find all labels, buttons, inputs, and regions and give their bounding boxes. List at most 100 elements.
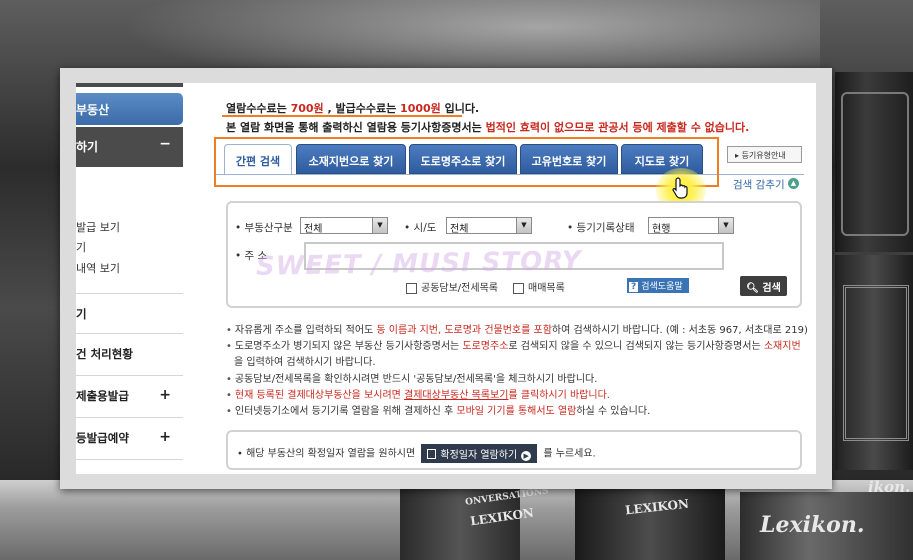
- search-help-button[interactable]: ? 검색도움말: [627, 278, 689, 293]
- screenshot-frame: 부동산 하기 − 발급 보기 기 내역 보기 기 건 처리현황 제출용발급 + …: [60, 68, 832, 489]
- chevron-up-icon[interactable]: ▲: [788, 178, 799, 189]
- note-text: 인터넷등기소에서 등기기록 열람을 위해 결제하신 후: [234, 406, 457, 418]
- search-button-label: 검색: [762, 283, 781, 294]
- sidebar-link[interactable]: [76, 459, 183, 474]
- confirm-date-view-label: 확정일자 열람하기: [440, 450, 518, 461]
- confirm-date-text: • 해당 부동산의 확정일자 열람을 원하시면 확정일자 열람하기 ▶ 를 누르세…: [237, 444, 596, 463]
- note-text: 로 검색되지 않을 수 있으니 검색되지 않는 등기사항증명서는: [508, 341, 764, 353]
- annotation-underline: [222, 115, 462, 117]
- property-type-label-text: 부동산구분: [244, 222, 293, 234]
- arrow-right-circle-icon: ▶: [521, 451, 532, 461]
- sidebar: 부동산 하기 − 발급 보기 기 내역 보기 기 건 처리현황 제출용발급 + …: [76, 83, 183, 474]
- note-highlight: 현재 등록된 결제대상부동산을 보시려면: [234, 389, 405, 401]
- confirm-date-view-button[interactable]: 확정일자 열람하기 ▶: [421, 444, 538, 463]
- sidebar-link[interactable]: 건 처리현황: [76, 333, 183, 373]
- note-text: 하실 수 있습니다.: [576, 406, 651, 418]
- note-item: • 현재 등록된 결제대상부동산을 보시려면 결제대상부동산 목록보기를 클릭하시…: [226, 389, 610, 401]
- sidebar-subitem[interactable]: 발급 보기: [76, 219, 120, 235]
- magnifier-icon: 🔍︎: [746, 283, 759, 294]
- property-type-select[interactable]: 전체 ▼: [300, 217, 388, 235]
- sidebar-menu-view[interactable]: 하기 −: [76, 127, 183, 167]
- fee-notice: 열람수수료는 700원 , 발급수수료는 1000원 입니다.: [226, 100, 479, 116]
- checkbox-icon[interactable]: [406, 282, 417, 294]
- sidebar-subitem[interactable]: 내역 보기: [76, 260, 120, 276]
- sidebar-top-line: [76, 83, 183, 87]
- note-item: • 도로명주소가 병기되지 않은 부동산 등기사항증명서는 도로명주소로 검색되지…: [226, 341, 801, 353]
- registry-type-guide-button[interactable]: ▸ 등기유형안내: [727, 146, 802, 163]
- note-item: • 인터넷등기소에서 등기기록 열람을 위해 결제하신 후 모바일 기기를 통해서…: [226, 406, 651, 418]
- web-page: 부동산 하기 − 발급 보기 기 내역 보기 기 건 처리현황 제출용발급 + …: [76, 83, 816, 474]
- view-fee: 700원: [290, 102, 324, 115]
- note-text: 자유롭게 주소를 입력하되 적어도: [234, 325, 377, 336]
- notice-text: 입니다.: [440, 102, 480, 115]
- expand-plus-icon[interactable]: +: [159, 387, 171, 403]
- sidebar-tab-real-estate[interactable]: 부동산: [76, 93, 183, 125]
- note-highlight: 소재지번: [763, 341, 801, 353]
- note-item: • 공동담보/전세목록을 확인하시려면 반드시 '공동담보/전세목록'을 체크하시…: [226, 373, 598, 385]
- background-book: [835, 72, 913, 252]
- note-text: 을 입력하여 검색하시기 바랍니다.: [234, 357, 376, 369]
- usage-notes: • 자유롭게 주소를 입력하되 적어도 동 이름과 지번, 도로명과 건물번호를 …: [226, 323, 808, 420]
- sidebar-link[interactable]: 기: [76, 293, 183, 333]
- hand-cursor-icon: [672, 177, 688, 199]
- registry-type-guide-label: 등기유형안내: [741, 151, 786, 160]
- search-button[interactable]: 🔍︎ 검색: [740, 276, 787, 296]
- record-status-label: • 등기기록상태: [567, 222, 635, 234]
- notice-text: , 발급수수료는: [323, 102, 401, 115]
- sidebar-link-label: 등발급예약: [76, 431, 129, 445]
- background-book-title: ikon.: [868, 478, 911, 496]
- document-icon: [427, 449, 437, 459]
- record-status-value: 현행: [652, 224, 671, 235]
- dropdown-arrow-icon: ▼: [372, 218, 387, 233]
- confirm-date-box: • 해당 부동산의 확정일자 열람을 원하시면 확정일자 열람하기 ▶ 를 누르세…: [226, 430, 802, 470]
- background-book-title: Lexikon.: [760, 512, 865, 538]
- sidebar-link[interactable]: 등발급예약 +: [76, 417, 183, 457]
- region-select[interactable]: 전체 ▼: [446, 217, 532, 235]
- background-book: [575, 485, 725, 560]
- issue-fee: 1000원: [400, 102, 441, 115]
- notice-warning: 법적인 효력이 없으므로 관공서 등에 제출할 수 없습니다.: [485, 121, 750, 134]
- note-text: 하여 검색하시기 바랍니다. (예 : 서초동 967, 서초대로 219): [551, 325, 808, 336]
- confirm-text-b: 를 누르세요.: [540, 448, 596, 460]
- question-icon: ?: [629, 282, 639, 292]
- expand-plus-icon[interactable]: +: [159, 429, 171, 445]
- hide-search-link[interactable]: 검색 감추기: [733, 177, 785, 192]
- search-help-label: 검색도움말: [641, 282, 683, 292]
- joint-collateral-checkbox[interactable]: 공동담보/전세목록: [406, 279, 498, 294]
- note-text: 도로명주소가 병기되지 않은 부동산 등기사항증명서는: [234, 341, 463, 353]
- sidebar-subitem[interactable]: 기: [76, 239, 86, 255]
- note-item: 을 입력하여 검색하시기 바랍니다.: [226, 355, 808, 371]
- watermark: SWEET / MUSI STORY: [255, 246, 582, 282]
- notice-text: 본 열람 화면을 통해 출력하신 열람용 등기사항증명서는: [226, 121, 486, 134]
- confirm-text-a: 해당 부동산의 확정일자 열람을 원하시면: [246, 448, 419, 460]
- checkbox-label: 공동담보/전세목록: [421, 283, 498, 294]
- note-item: • 자유롭게 주소를 입력하되 적어도 동 이름과 지번, 도로명과 건물번호를 …: [226, 325, 808, 336]
- legal-notice: 본 열람 화면을 통해 출력하신 열람용 등기사항증명서는 법적인 효력이 없으…: [226, 119, 749, 135]
- note-highlight: 모바일 기기를 통해서도 열람: [456, 406, 577, 418]
- payment-target-list-link[interactable]: 결제대상부동산 목록보기: [404, 390, 508, 401]
- sidebar-link-label: 제출용발급: [76, 389, 129, 403]
- sale-list-checkbox[interactable]: 매매목록: [513, 279, 565, 294]
- region-value: 전체: [450, 224, 469, 235]
- note-highlight: 도로명주소: [462, 341, 509, 353]
- property-type-value: 전체: [304, 224, 323, 235]
- note-highlight: 를 클릭하시기 바랍니다.: [508, 389, 610, 401]
- property-type-label: • 부동산구분: [235, 222, 293, 234]
- record-status-label-text: 등기기록상태: [576, 222, 635, 234]
- sidebar-link-label: 기: [76, 307, 87, 321]
- record-status-select[interactable]: 현행 ▼: [648, 217, 734, 235]
- collapse-minus-icon[interactable]: −: [159, 136, 171, 152]
- region-label-text: 시/도: [413, 222, 437, 234]
- dropdown-arrow-icon: ▼: [718, 218, 733, 233]
- checkbox-label: 매매목록: [528, 283, 565, 294]
- note-highlight: 동 이름과 지번, 도로명과 건물번호를 포함: [376, 325, 552, 336]
- notice-text: 열람수수료는: [226, 102, 291, 115]
- annotation-box: [214, 137, 719, 187]
- checkbox-icon[interactable]: [513, 282, 524, 294]
- region-label: • 시/도: [404, 222, 437, 234]
- sidebar-link[interactable]: 제출용발급 +: [76, 375, 183, 415]
- note-text: 공동담보/전세목록을 확인하시려면 반드시 '공동담보/전세목록'을 체크하시기…: [234, 373, 598, 385]
- sidebar-menu-label: 하기: [76, 140, 99, 154]
- sidebar-link-label: 건 처리현황: [76, 347, 133, 361]
- background-book: [835, 255, 913, 470]
